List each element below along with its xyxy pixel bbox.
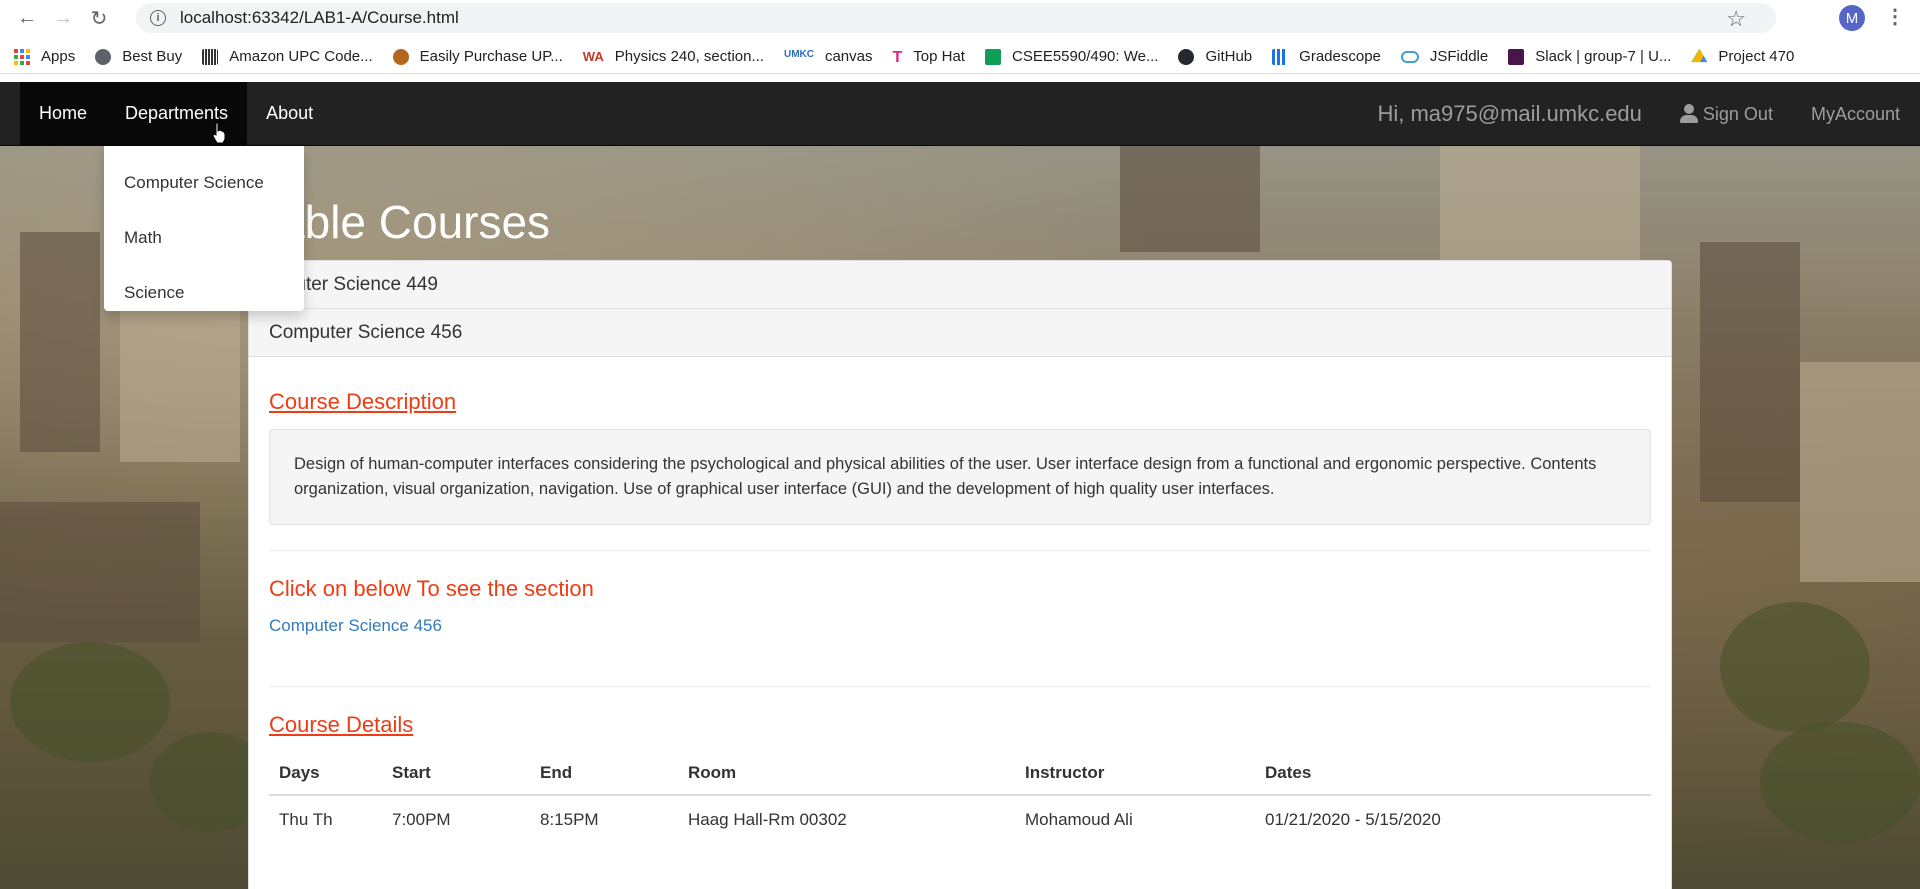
address-bar[interactable]: i localhost:63342/LAB1-A/Course.html ☆ xyxy=(136,3,1776,33)
bookmarks-bar: Apps Best Buy Amazon UPC Code... Easily … xyxy=(0,40,1920,74)
course-details-title: Course Details xyxy=(269,712,414,737)
sheets-icon xyxy=(984,48,1001,65)
bookmark-apps[interactable]: Apps xyxy=(14,48,75,65)
course-description-title: Course Description xyxy=(269,389,457,414)
site-info-icon[interactable]: i xyxy=(150,10,166,26)
bookmark-label: Project 470 xyxy=(1718,48,1795,65)
bookmark-physics[interactable]: WA Physics 240, section... xyxy=(583,48,764,65)
bookmark-label: Top Hat xyxy=(913,48,965,65)
people-icon xyxy=(392,48,409,65)
top-navbar: Home Departments About Hi, ma975@mail.um… xyxy=(0,82,1920,146)
column-header: Dates xyxy=(1255,752,1651,796)
wa-icon: WA xyxy=(582,48,604,64)
table-row: Thu Th 7:00PM 8:15PM Haag Hall-Rm 00302 … xyxy=(269,795,1651,844)
navbar-right: Hi, ma975@mail.umkc.edu Sign Out MyAccou… xyxy=(1377,82,1920,146)
bookmark-jsfiddle[interactable]: JSFiddle xyxy=(1400,48,1489,65)
profile-avatar[interactable]: M xyxy=(1839,5,1865,31)
bookmark-github[interactable]: GitHub xyxy=(1178,48,1252,65)
table-header-row: Days Start End Room Instructor Dates xyxy=(269,752,1651,796)
bookmark-label: Gradescope xyxy=(1299,48,1381,65)
bookmark-label: CSEE5590/490: We... xyxy=(1011,48,1159,65)
dropdown-item-math[interactable]: Math xyxy=(104,210,304,265)
bookmark-label: Physics 240, section... xyxy=(614,48,764,65)
dropdown-item-science[interactable]: Science xyxy=(104,265,304,320)
column-header: Instructor xyxy=(1015,752,1255,796)
bookmark-project-470[interactable]: Project 470 xyxy=(1691,48,1794,65)
divider xyxy=(269,686,1651,687)
browser-toolbar: ← → ↻ i localhost:63342/LAB1-A/Course.ht… xyxy=(0,0,1920,36)
bookmark-label: canvas xyxy=(824,48,873,65)
bookmark-easily-purchase[interactable]: Easily Purchase UP... xyxy=(392,48,563,65)
bookmark-top-hat[interactable]: T Top Hat xyxy=(892,48,965,66)
course-details-table: Days Start End Room Instructor Dates Thu… xyxy=(269,752,1651,844)
globe-icon xyxy=(95,48,112,65)
nav-home[interactable]: Home xyxy=(20,82,107,146)
nav-about[interactable]: About xyxy=(247,82,332,146)
my-account-link[interactable]: MyAccount xyxy=(1811,104,1900,125)
column-header: Start xyxy=(382,752,530,796)
table-cell: Thu Th xyxy=(279,810,333,829)
bookmark-slack[interactable]: Slack | group-7 | U... xyxy=(1508,48,1671,65)
sign-out-link[interactable]: Sign Out xyxy=(1679,103,1773,125)
bookmark-label: Best Buy xyxy=(122,48,183,65)
web-page: Home Departments About Hi, ma975@mail.um… xyxy=(0,82,1920,889)
tophat-icon: T xyxy=(892,48,903,66)
bookmark-best-buy[interactable]: Best Buy xyxy=(95,48,182,65)
bookmark-amazon-upc[interactable]: Amazon UPC Code... xyxy=(202,48,373,65)
accordion-header-cs456[interactable]: Computer Science 456 xyxy=(249,309,1671,357)
bookmark-label: Easily Purchase UP... xyxy=(419,48,563,65)
back-arrow-icon[interactable]: ← xyxy=(9,0,45,36)
table-cell: 01/21/2020 - 5/15/2020 xyxy=(1265,810,1441,829)
apps-icon xyxy=(14,48,30,65)
table-cell: Mohamoud Ali xyxy=(1025,810,1133,829)
dropdown-item-computer-science[interactable]: Computer Science xyxy=(104,155,304,210)
user-icon xyxy=(1679,104,1698,124)
divider xyxy=(269,550,1651,551)
bookmark-label: GitHub xyxy=(1205,48,1253,65)
chart-icon xyxy=(1272,48,1289,65)
bookmark-label: Amazon UPC Code... xyxy=(229,48,373,65)
accordion-header-cs449[interactable]: mputer Science 449 xyxy=(249,261,1671,309)
sign-out-label: Sign Out xyxy=(1702,103,1773,124)
column-header: End xyxy=(530,752,678,796)
mouse-cursor-icon xyxy=(212,122,226,144)
course-panel: mputer Science 449 Computer Science 456 … xyxy=(248,260,1672,889)
course-description-text: Design of human-computer interfaces cons… xyxy=(269,429,1651,525)
cloud-icon xyxy=(1400,50,1419,63)
bookmark-label: Apps xyxy=(41,48,76,65)
user-greeting: Hi, ma975@mail.umkc.edu xyxy=(1377,101,1642,126)
drive-icon xyxy=(1691,48,1708,63)
table-cell: Haag Hall-Rm 00302 xyxy=(688,810,847,829)
url-text[interactable]: localhost:63342/LAB1-A/Course.html xyxy=(180,8,459,28)
column-header: Days xyxy=(269,752,382,796)
table-cell: 7:00PM xyxy=(392,810,451,829)
slack-icon xyxy=(1508,48,1525,65)
barcode-icon xyxy=(202,48,219,65)
bookmark-gradescope[interactable]: Gradescope xyxy=(1272,48,1381,65)
github-icon xyxy=(1178,48,1195,65)
table-cell: 8:15PM xyxy=(540,810,599,829)
column-header: Room xyxy=(678,752,1015,796)
section-prompt: Click on below To see the section xyxy=(269,576,594,601)
section-link[interactable]: Computer Science 456 xyxy=(269,616,1651,636)
bookmark-csee[interactable]: CSEE5590/490: We... xyxy=(984,48,1159,65)
departments-dropdown: Computer Science Math Science xyxy=(104,146,304,311)
bookmark-star-icon[interactable]: ☆ xyxy=(1726,6,1746,32)
forward-arrow-icon[interactable]: → xyxy=(45,0,81,36)
bookmark-label: JSFiddle xyxy=(1429,48,1489,65)
umkc-icon: UMKC xyxy=(783,48,814,60)
bookmark-canvas[interactable]: UMKC canvas xyxy=(784,48,873,65)
bookmark-label: Slack | group-7 | U... xyxy=(1535,48,1672,65)
reload-icon[interactable]: ↻ xyxy=(81,0,117,36)
browser-menu-icon[interactable]: ⋮ xyxy=(1885,4,1905,29)
accordion-body: Course Description Design of human-compu… xyxy=(249,357,1671,864)
